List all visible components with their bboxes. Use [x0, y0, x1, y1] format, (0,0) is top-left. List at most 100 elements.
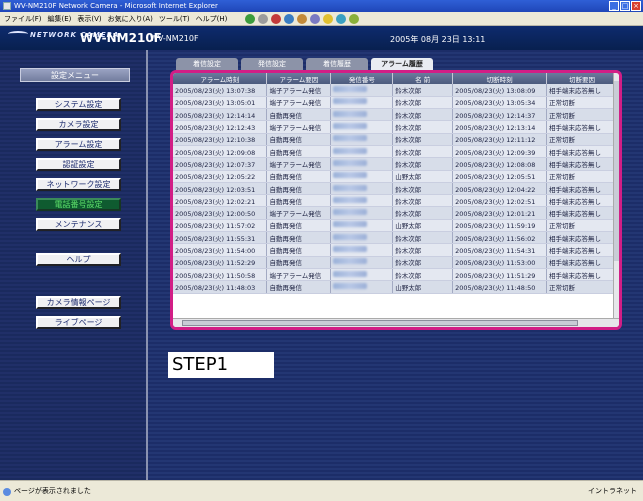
table-row[interactable]: 2005/08/23(火) 13:05:01 端子アラーム発信 鈴木次郎 2005/0…: [173, 96, 618, 110]
alarm-history-pane: アラーム時刻 アラーム要因 発信番号 名 前 切断時刻 切断要因 2005/08…: [170, 70, 622, 330]
table-row[interactable]: 2005/08/23(火) 12:00:50 端子アラーム発信 鈴木次郎 2005/0…: [173, 206, 618, 220]
name-cell: 鈴木次郎: [392, 120, 454, 134]
alarm-cause-cell: 自動再発信: [266, 231, 332, 245]
menu-favorites[interactable]: お気に入り(A): [108, 12, 153, 25]
table-row[interactable]: 2005/08/23(火) 11:48:03 自動再発信 山野太郎 2005/08/2…: [173, 280, 618, 294]
table-row[interactable]: 2005/08/23(火) 12:05:22 自動再発信 山野太郎 2005/08/2…: [173, 170, 618, 183]
media-icon[interactable]: [336, 13, 347, 24]
table-row[interactable]: 2005/08/23(火) 11:57:02 自動再発信 山野太郎 2005/08/2…: [173, 219, 618, 233]
table-row[interactable]: 2005/08/23(火) 12:07:37 端子アラーム発信 鈴木次郎 2005/0…: [173, 157, 618, 171]
alarm-time-cell: 2005/08/23(火) 11:57:02: [173, 219, 268, 233]
camera-settings-button[interactable]: カメラ設定: [36, 118, 121, 131]
camera-info-page-button[interactable]: カメラ情報ページ: [36, 296, 121, 309]
alarm-time-cell: 2005/08/23(火) 12:00:50: [173, 206, 268, 220]
table-row[interactable]: 2005/08/23(火) 13:07:38 端子アラーム発信 鈴木次郎 2005/0…: [173, 84, 618, 97]
col-alarm-cause[interactable]: アラーム要因: [266, 73, 332, 84]
stop-icon[interactable]: [271, 13, 282, 24]
table-row[interactable]: 2005/08/23(火) 11:52:29 自動再発信 鈴木次郎 2005/08/2…: [173, 256, 618, 269]
favorites-icon[interactable]: [323, 13, 334, 24]
name-cell: 鈴木次郎: [392, 182, 454, 196]
table-row[interactable]: 2005/08/23(火) 11:50:58 端子アラーム発信 鈴木次郎 2005/0…: [173, 268, 618, 282]
alarm-time-cell: 2005/08/23(火) 12:07:37: [173, 157, 268, 171]
window-title: WV-NM210F Network Camera - Microsoft Int…: [14, 2, 218, 10]
table-row[interactable]: 2005/08/23(火) 12:10:38 自動再発信 鈴木次郎 2005/08/2…: [173, 133, 618, 146]
call-number-cell: [330, 170, 394, 183]
system-settings-button[interactable]: システム設定: [36, 98, 121, 111]
table-row[interactable]: 2005/08/23(火) 12:02:21 自動再発信 鈴木次郎 2005/08/2…: [173, 194, 618, 208]
history-icon[interactable]: [349, 13, 360, 24]
redacted-number: [333, 270, 368, 277]
maximize-button[interactable]: □: [620, 1, 630, 11]
minimize-button[interactable]: _: [609, 1, 619, 11]
vertical-scrollbar[interactable]: [613, 73, 619, 324]
call-number-cell: [330, 268, 394, 282]
disconnect-cause-cell: 正常切断: [546, 280, 618, 294]
col-call-number[interactable]: 発信番号: [330, 73, 394, 84]
menu-edit[interactable]: 編集(E): [48, 12, 72, 25]
alarm-cause-cell: 端子アラーム発信: [266, 268, 332, 282]
phone-settings-button[interactable]: 電話番号設定: [36, 198, 121, 211]
tab-incoming-history[interactable]: 着信履歴: [306, 58, 368, 70]
name-cell: 鈴木次郎: [392, 268, 454, 282]
help-button[interactable]: ヘルプ: [36, 253, 121, 266]
menu-help[interactable]: ヘルプ(H): [196, 12, 228, 25]
menu-view[interactable]: 表示(V): [77, 12, 101, 25]
call-number-cell: [330, 280, 394, 294]
search-icon[interactable]: [310, 13, 321, 24]
tab-incoming-settings[interactable]: 着信設定: [176, 58, 238, 70]
name-cell: 鈴木次郎: [392, 108, 454, 122]
disconnect-time-cell: 2005/08/23(火) 12:04:22: [452, 182, 548, 196]
tab-alarm-history[interactable]: アラーム履歴: [371, 58, 433, 70]
network-settings-button[interactable]: ネットワーク設定: [36, 178, 121, 191]
alarm-settings-button[interactable]: アラーム設定: [36, 138, 121, 151]
refresh-icon[interactable]: [284, 13, 295, 24]
back-icon[interactable]: [245, 13, 256, 24]
alarm-cause-cell: 自動再発信: [266, 256, 332, 269]
col-disconnect-cause[interactable]: 切断要因: [546, 73, 618, 84]
live-page-button[interactable]: ライブページ: [36, 316, 121, 329]
alarm-cause-cell: 端子アラーム発信: [266, 84, 332, 97]
disconnect-cause-cell: 正常切断: [546, 133, 618, 146]
menu-bar: ファイル(F) 編集(E) 表示(V) お気に入り(A) ツール(T) ヘルプ(…: [0, 12, 643, 26]
alarm-cause-cell: 自動再発信: [266, 280, 332, 294]
status-text: ページが表示されました: [14, 487, 91, 495]
col-disconnect-time[interactable]: 切断時刻: [452, 73, 548, 84]
auth-settings-button[interactable]: 認証設定: [36, 158, 121, 171]
alarm-time-cell: 2005/08/23(火) 12:02:21: [173, 194, 268, 208]
table-row[interactable]: 2005/08/23(火) 12:12:43 端子アラーム発信 鈴木次郎 2005/0…: [173, 120, 618, 134]
disconnect-cause-cell: 正常切断: [546, 96, 618, 110]
redacted-number: [333, 184, 368, 191]
maintenance-button[interactable]: メンテナンス: [36, 218, 121, 231]
alarm-cause-cell: 端子アラーム発信: [266, 206, 332, 220]
disconnect-cause-cell: 相手端末応答無し: [546, 182, 618, 196]
menu-file[interactable]: ファイル(F): [4, 12, 42, 25]
disconnect-time-cell: 2005/08/23(火) 11:59:19: [452, 219, 548, 233]
table-row[interactable]: 2005/08/23(火) 11:54:00 自動再発信 鈴木次郎 2005/08/2…: [173, 243, 618, 257]
call-number-cell: [330, 219, 394, 233]
menu-tools[interactable]: ツール(T): [159, 12, 190, 25]
col-alarm-time[interactable]: アラーム時刻: [173, 73, 268, 84]
table-row[interactable]: 2005/08/23(火) 12:03:51 自動再発信 鈴木次郎 2005/08/2…: [173, 182, 618, 196]
forward-icon[interactable]: [258, 13, 269, 24]
redacted-number: [333, 123, 368, 130]
table-row[interactable]: 2005/08/23(火) 12:09:08 自動再発信 鈴木次郎 2005/08/2…: [173, 145, 618, 159]
call-number-cell: [330, 108, 394, 122]
disconnect-cause-cell: 相手端末応答無し: [546, 120, 618, 134]
table-row[interactable]: 2005/08/23(火) 12:14:14 自動再発信 鈴木次郎 2005/08/2…: [173, 108, 618, 122]
redacted-number: [333, 110, 368, 117]
alarm-time-cell: 2005/08/23(火) 11:52:29: [173, 256, 268, 269]
settings-menu-title: 設定メニュー: [20, 68, 130, 82]
tab-outgoing-settings[interactable]: 発信設定: [241, 58, 303, 70]
home-icon[interactable]: [297, 13, 308, 24]
call-number-cell: [330, 256, 394, 269]
alarm-time-cell: 2005/08/23(火) 11:48:03: [173, 280, 268, 294]
alarm-cause-cell: 自動再発信: [266, 182, 332, 196]
alarm-time-cell: 2005/08/23(火) 12:14:14: [173, 108, 268, 122]
close-button[interactable]: ×: [631, 1, 641, 11]
call-number-cell: [330, 231, 394, 245]
col-name[interactable]: 名 前: [392, 73, 454, 84]
call-number-cell: [330, 182, 394, 196]
table-row[interactable]: 2005/08/23(火) 11:55:31 自動再発信 鈴木次郎 2005/08/2…: [173, 231, 618, 245]
alarm-time-cell: 2005/08/23(火) 12:03:51: [173, 182, 268, 196]
horizontal-scrollbar[interactable]: [173, 318, 619, 327]
